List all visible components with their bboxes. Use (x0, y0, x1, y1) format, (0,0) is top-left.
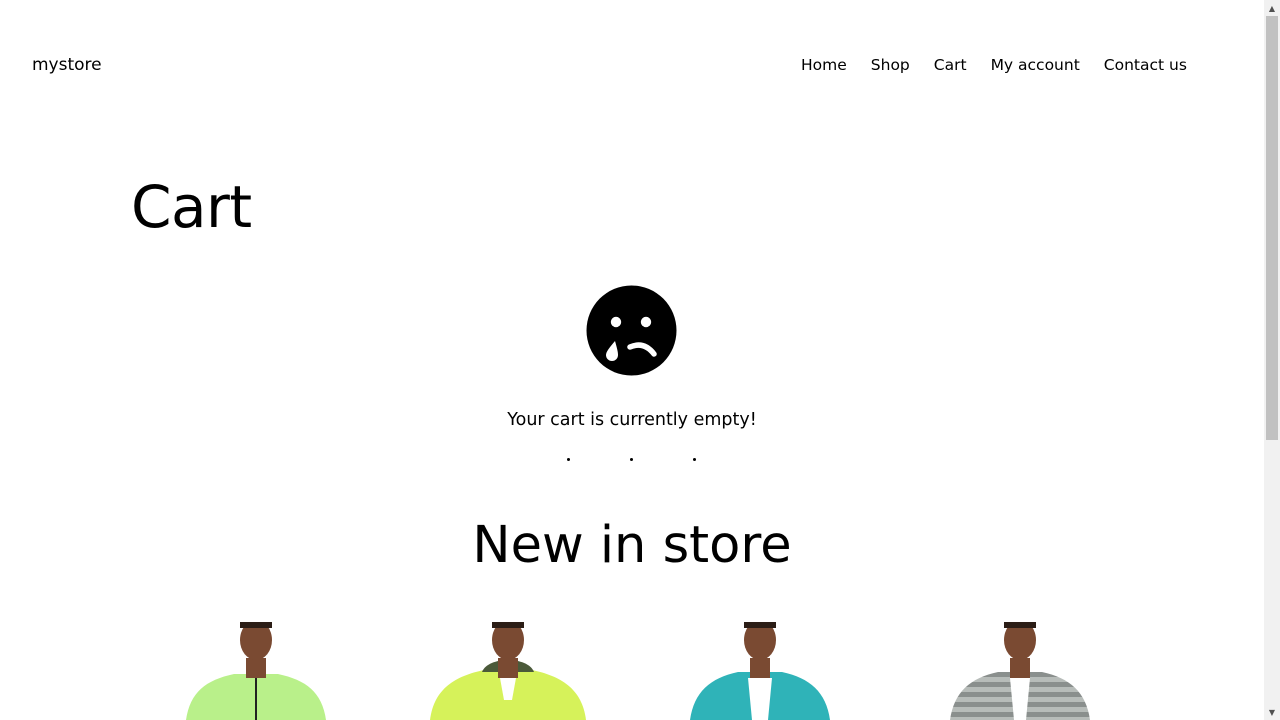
page: mystore Home Shop Cart My account Contac… (0, 0, 1264, 720)
product-card[interactable] (428, 622, 588, 720)
scroll-down-icon[interactable]: ▼ (1264, 704, 1280, 720)
nav-my-account[interactable]: My account (991, 56, 1080, 74)
site-title-link[interactable]: mystore (32, 55, 102, 75)
product-image (186, 622, 326, 720)
product-image (430, 622, 586, 720)
divider-dot (693, 458, 696, 461)
product-card[interactable] (940, 622, 1100, 720)
cart-empty-message: Your cart is currently empty! (507, 410, 757, 430)
product-image (690, 622, 830, 720)
scroll-up-icon[interactable]: ▲ (1264, 0, 1280, 16)
vertical-scrollbar[interactable]: ▲ ▼ (1264, 0, 1280, 720)
divider-dot (630, 458, 633, 461)
new-in-store-heading: New in store (472, 516, 792, 575)
divider-dot (567, 458, 570, 461)
nav-cart[interactable]: Cart (934, 56, 967, 74)
primary-nav: Home Shop Cart My account Contact us (801, 56, 1187, 74)
nav-contact-us[interactable]: Contact us (1104, 56, 1187, 74)
product-card[interactable] (176, 622, 336, 720)
nav-home[interactable]: Home (801, 56, 847, 74)
crying-face-icon (586, 285, 677, 376)
page-title: Cart (131, 173, 252, 241)
nav-shop[interactable]: Shop (871, 56, 910, 74)
divider-dots (0, 458, 1264, 462)
product-image (950, 622, 1090, 720)
product-card[interactable] (680, 622, 840, 720)
scroll-thumb[interactable] (1266, 16, 1278, 440)
